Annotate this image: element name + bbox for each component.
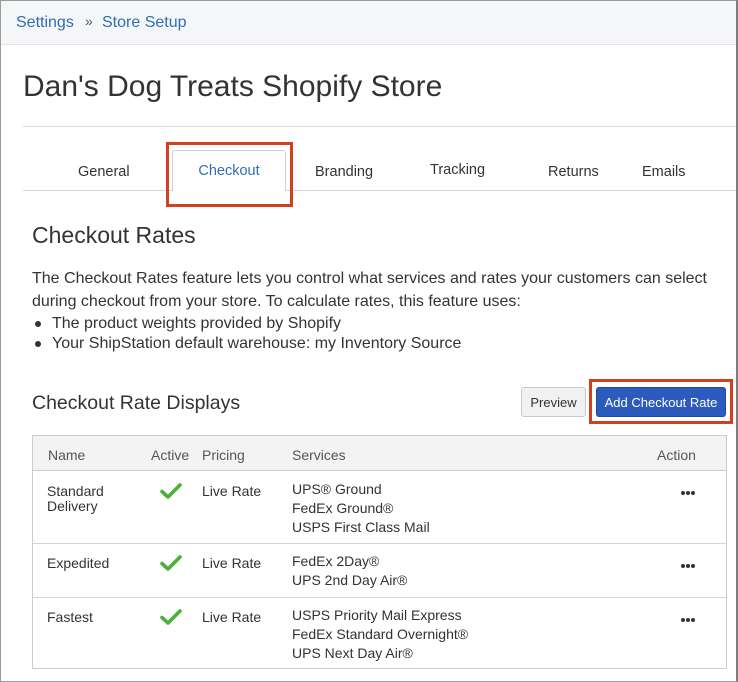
rate-name: Expedited: [47, 555, 110, 571]
rate-pricing: Live Rate: [202, 555, 262, 571]
rate-name: Standard Delivery: [47, 484, 104, 514]
service-item: FedEx 2Day®: [292, 553, 380, 569]
check-icon: [160, 483, 182, 499]
bullet-item: Your ShipStation default warehouse: my I…: [32, 334, 461, 354]
checkout-rates-title: Checkout Rates: [32, 222, 196, 248]
service-item: USPS Priority Mail Express: [292, 607, 462, 623]
rate-name: Fastest: [47, 609, 93, 625]
tab-general[interactable]: General: [78, 164, 130, 180]
checkout-rates-table: Name Active Pricing Services Action Stan…: [32, 435, 727, 669]
tab-emails[interactable]: Emails: [642, 164, 686, 180]
page-title: Dan's Dog Treats Shopify Store: [23, 70, 443, 103]
check-icon: [160, 609, 182, 625]
table-row: Expedited Live Rate FedEx 2Day® UPS 2nd …: [33, 544, 726, 598]
checkout-rates-bullets: The product weights provided by Shopify …: [32, 314, 461, 354]
column-header-services: Services: [292, 447, 346, 463]
breadcrumb: Settings » Store Setup: [1, 1, 736, 45]
breadcrumb-store-setup-link[interactable]: Store Setup: [102, 14, 187, 32]
breadcrumb-separator: »: [85, 13, 93, 29]
checkout-rates-description: The Checkout Rates feature lets you cont…: [32, 270, 707, 310]
more-options-icon[interactable]: [680, 563, 696, 569]
checkout-rate-displays-title: Checkout Rate Displays: [32, 392, 241, 414]
more-options-icon[interactable]: [680, 617, 696, 623]
title-divider: [23, 126, 736, 127]
add-checkout-rate-button[interactable]: Add Checkout Rate: [596, 387, 726, 417]
service-item: FedEx Ground®: [292, 500, 394, 516]
table-header: Name Active Pricing Services Action: [33, 436, 726, 471]
breadcrumb-settings-link[interactable]: Settings: [16, 14, 74, 32]
rate-services: FedEx 2Day® UPS 2nd Day Air®: [292, 552, 407, 590]
more-options-icon[interactable]: [680, 490, 696, 496]
rate-pricing: Live Rate: [202, 609, 262, 625]
table-row: Fastest Live Rate USPS Priority Mail Exp…: [33, 598, 726, 668]
bullet-item: The product weights provided by Shopify: [32, 314, 461, 334]
rate-services: USPS Priority Mail Express FedEx Standar…: [292, 606, 468, 663]
tab-checkout[interactable]: Checkout: [172, 150, 286, 191]
service-item: USPS First Class Mail: [292, 519, 430, 535]
column-header-active: Active: [151, 447, 190, 463]
rate-services: UPS® Ground FedEx Ground® USPS First Cla…: [292, 480, 430, 537]
service-item: UPS Next Day Air®: [292, 645, 413, 661]
table-row: Standard Delivery Live Rate UPS® Ground …: [33, 472, 726, 544]
rate-pricing: Live Rate: [202, 483, 262, 499]
column-header-action: Action: [657, 447, 696, 463]
service-item: FedEx Standard Overnight®: [292, 626, 469, 642]
column-header-name: Name: [48, 447, 86, 463]
column-header-pricing: Pricing: [202, 447, 245, 463]
service-item: UPS® Ground: [292, 481, 382, 497]
service-item: UPS 2nd Day Air®: [292, 572, 408, 588]
preview-button[interactable]: Preview: [521, 387, 586, 417]
tab-returns[interactable]: Returns: [548, 164, 599, 180]
rate-name-line: Standard: [47, 483, 104, 499]
tab-branding[interactable]: Branding: [315, 164, 373, 180]
tab-tracking[interactable]: Tracking: [430, 162, 485, 178]
tabs-divider: [23, 190, 736, 191]
check-icon: [160, 555, 182, 571]
rate-name-line: Delivery: [47, 498, 98, 514]
